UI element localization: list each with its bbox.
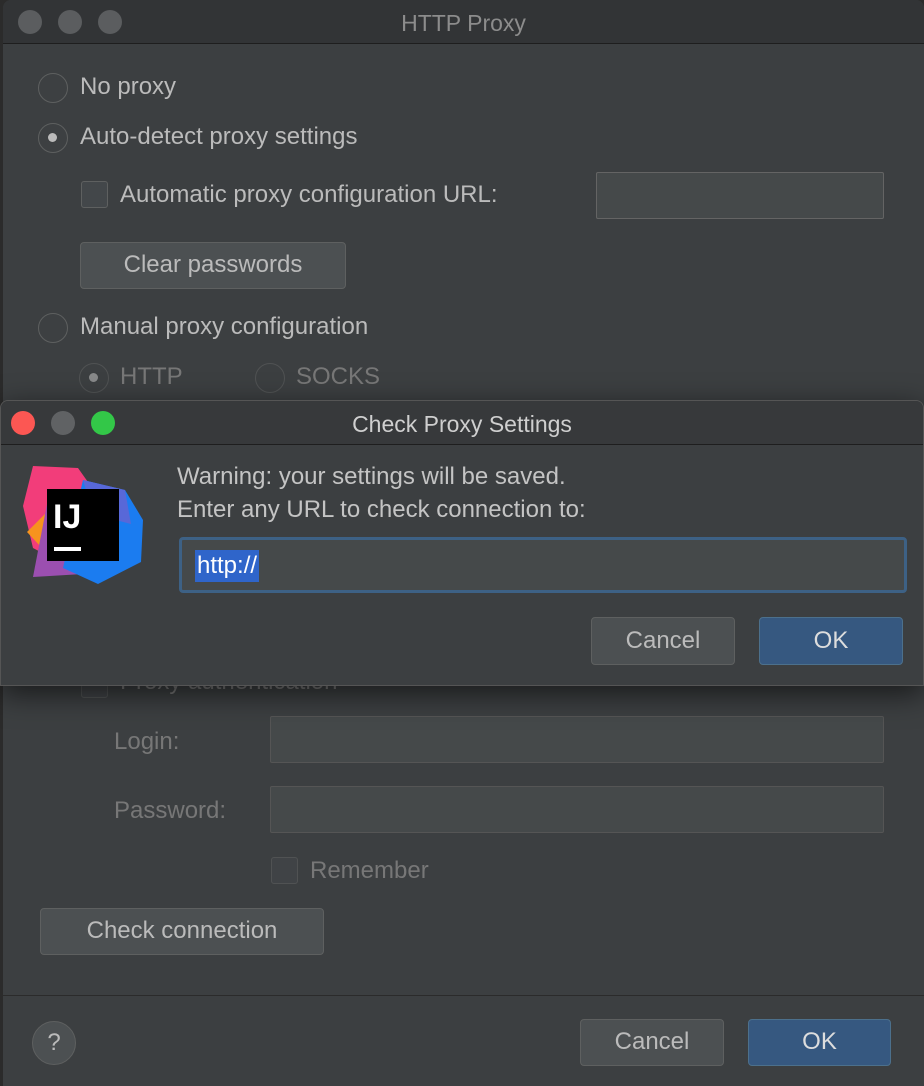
title-bar: HTTP Proxy <box>3 0 924 44</box>
check-proxy-dialog: Check Proxy Settings IJ Warning: your se… <box>0 400 924 686</box>
dialog-cancel-button[interactable]: Cancel <box>591 617 735 665</box>
remember-checkbox[interactable] <box>271 857 298 884</box>
auto-detect-radio[interactable] <box>38 123 68 153</box>
http-radio[interactable] <box>79 363 109 393</box>
socks-label: SOCKS <box>296 363 381 390</box>
remember-label: Remember <box>310 857 429 884</box>
footer-divider <box>3 995 924 996</box>
ok-button[interactable]: OK <box>748 1019 891 1066</box>
intellij-logo-icon: IJ <box>23 466 143 584</box>
manual-proxy-radio[interactable] <box>38 313 68 343</box>
instruction-text: Enter any URL to check connection to: <box>177 496 586 523</box>
auto-detect-label: Auto-detect proxy settings <box>80 123 358 150</box>
url-input[interactable]: http:// <box>179 537 907 593</box>
dialog-title-bar: Check Proxy Settings <box>1 401 923 445</box>
help-button[interactable]: ? <box>32 1021 76 1065</box>
login-input[interactable] <box>270 716 884 763</box>
logo-text: IJ <box>53 498 81 536</box>
clear-passwords-button[interactable]: Clear passwords <box>80 242 346 289</box>
auto-config-url-input[interactable] <box>596 172 884 219</box>
auto-config-url-checkbox[interactable] <box>81 181 108 208</box>
manual-proxy-label: Manual proxy configuration <box>80 313 369 340</box>
password-input[interactable] <box>270 786 884 833</box>
no-proxy-label: No proxy <box>80 73 177 100</box>
dialog-title: Check Proxy Settings <box>352 411 572 437</box>
http-label: HTTP <box>120 363 183 390</box>
check-connection-button[interactable]: Check connection <box>40 908 324 955</box>
dialog-ok-button[interactable]: OK <box>759 617 903 665</box>
auto-config-url-label: Automatic proxy configuration URL: <box>120 181 498 208</box>
window-title: HTTP Proxy <box>401 10 526 36</box>
no-proxy-radio[interactable] <box>38 73 68 103</box>
password-label: Password: <box>114 797 227 824</box>
login-label: Login: <box>114 728 180 755</box>
warning-text: Warning: your settings will be saved. <box>177 463 566 490</box>
url-input-value: http:// <box>195 550 260 582</box>
cancel-button[interactable]: Cancel <box>580 1019 724 1066</box>
socks-radio[interactable] <box>255 363 285 393</box>
